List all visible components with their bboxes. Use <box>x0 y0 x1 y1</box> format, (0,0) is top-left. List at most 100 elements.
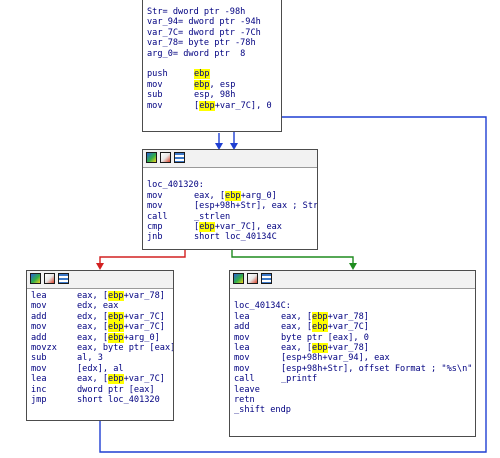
operands: eax, [ebp+var_7C] <box>281 322 369 333</box>
graph-color-icon[interactable] <box>30 273 41 284</box>
graph-edit-icon[interactable] <box>247 273 258 284</box>
stack-var-decl: Str= dword ptr -98h <box>147 7 246 17</box>
mnemonic: sub <box>147 90 163 101</box>
instruction-line[interactable]: cmp [ebp+var_7C], eax <box>147 221 313 232</box>
instruction-line[interactable]: lea eax, [ebp+var_7C] <box>31 374 169 385</box>
operand-text: eax, [ <box>281 342 313 353</box>
stack-var-decl: var_78= byte ptr -78h <box>147 38 256 49</box>
operands: edx, eax <box>77 301 118 311</box>
graph-list-icon[interactable] <box>58 273 69 284</box>
graph-color-icon[interactable] <box>233 273 244 284</box>
mnemonic: mov <box>147 100 163 111</box>
operands: [esp+98h+Str], eax ; Str <box>194 201 317 211</box>
top-code-block[interactable]: Str= dword ptr -98h var_94= dword ptr -94… <box>142 0 282 132</box>
instruction-line[interactable]: call _printf <box>234 374 471 384</box>
mnemonic: mov <box>147 201 163 212</box>
highlighted-register[interactable]: ebp <box>194 79 210 90</box>
operand-text: +var_7C] <box>123 311 165 322</box>
highlighted-register[interactable]: ebp <box>108 311 124 322</box>
block-toolbar <box>143 150 317 168</box>
operand-text: , esp <box>209 79 236 90</box>
instruction-line[interactable]: mov [esp+98h+Str], offset Format ; "%s\n" <box>234 364 472 374</box>
stack-var-decl: var_94= dword ptr -94h <box>147 17 261 28</box>
loop-code-block[interactable]: loc_401320: mov eax, [ebp+arg_0] mov [esp+98… <box>142 149 318 250</box>
mnemonic: add <box>31 311 47 322</box>
highlighted-register[interactable]: ebp <box>312 311 328 322</box>
instruction-line[interactable]: mov [edx], al <box>31 364 169 374</box>
code-label[interactable]: loc_40134C: <box>234 301 471 311</box>
operand-text: +arg_0] <box>240 190 277 201</box>
operands: [esp+98h+Str], offset Format ; "%s\n" <box>281 364 472 374</box>
instruction-line[interactable]: add edx, [ebp+var_7C] <box>31 311 169 322</box>
mnemonic: lea <box>31 374 47 385</box>
instruction-line[interactable]: lea eax, [ebp+var_78] <box>31 291 169 301</box>
instruction-line[interactable]: mov edx, eax <box>31 301 169 311</box>
instruction-line[interactable]: mov [esp+98h+Str], eax ; Str <box>147 201 317 212</box>
highlighted-register[interactable]: ebp <box>108 322 124 333</box>
operands: eax, [ebp+var_78] <box>77 291 165 301</box>
graph-color-icon[interactable] <box>146 152 157 163</box>
instruction-line[interactable]: jmp short loc_401320 <box>31 395 169 405</box>
mnemonic: cmp <box>147 221 163 232</box>
operand-text: eax, [ <box>77 374 109 385</box>
instruction-line[interactable]: push ebp <box>147 69 277 80</box>
highlighted-register[interactable]: ebp <box>199 100 215 111</box>
instruction-line[interactable]: mov eax, [ebp+var_7C] <box>31 322 169 333</box>
exit-code-block[interactable]: loc_40134C: lea eax, [ebp+var_78] add eax, [… <box>229 270 476 437</box>
instruction-line[interactable]: inc dword ptr [eax] <box>31 385 169 395</box>
block-toolbar <box>27 271 173 289</box>
mnemonic: movzx <box>31 342 57 353</box>
instruction-line[interactable]: call _strlen <box>147 212 313 222</box>
highlighted-register[interactable]: ebp <box>108 374 124 385</box>
mnemonic: add <box>234 322 250 333</box>
mnemonic: mov <box>147 190 163 201</box>
graph-list-icon[interactable] <box>174 152 185 163</box>
operands: eax, byte ptr [eax] <box>77 343 173 353</box>
instruction-line[interactable]: mov eax, [ebp+arg_0] <box>147 190 313 201</box>
highlighted-register[interactable]: ebp <box>312 322 328 333</box>
instruction-line[interactable]: mov [ebp+var_7C], 0 <box>147 100 277 111</box>
instruction-line[interactable]: lea eax, [ebp+var_78] <box>234 342 471 353</box>
instruction-line[interactable]: mov byte ptr [eax], 0 <box>234 333 471 343</box>
graph-list-icon[interactable] <box>261 273 272 284</box>
instruction-line[interactable]: mov [esp+98h+var_94], eax <box>234 353 471 363</box>
graph-edit-icon[interactable] <box>44 273 55 284</box>
code-label[interactable]: loc_401320: <box>147 180 313 190</box>
operands: [edx], al <box>77 364 124 374</box>
highlighted-register[interactable]: ebp <box>312 342 328 353</box>
mnemonic: call <box>234 374 255 385</box>
highlighted-register[interactable]: ebp <box>199 221 215 232</box>
graph-edit-icon[interactable] <box>160 152 171 163</box>
instruction-line[interactable]: lea eax, [ebp+var_78] <box>234 311 471 322</box>
instruction-line[interactable]: movzx eax, byte ptr [eax] <box>31 342 173 353</box>
operands: ebp <box>194 69 210 80</box>
loop-body-code-block[interactable]: lea eax, [ebp+var_78] mov edx, eax add edx, [… <box>26 270 174 421</box>
operand-text: dword ptr [eax] <box>77 384 155 395</box>
operands: ebp, esp <box>194 79 236 90</box>
highlighted-register[interactable]: ebp <box>225 190 241 201</box>
operands: eax, [ebp+arg_0] <box>194 190 277 201</box>
highlighted-register[interactable]: ebp <box>108 332 124 343</box>
operand-text: edx, [ <box>77 311 109 322</box>
instruction-line[interactable]: add eax, [ebp+var_7C] <box>234 322 471 333</box>
instruction-line[interactable]: retn <box>234 395 471 405</box>
edge-true <box>231 250 354 268</box>
instruction-line[interactable]: sub esp, 98h <box>147 90 277 100</box>
operand-text: +var_78] <box>327 342 369 353</box>
instruction-line[interactable]: add eax, [ebp+arg_0] <box>31 332 169 343</box>
mnemonic: jnb <box>147 232 163 243</box>
operand-text: eax, [ <box>281 322 313 333</box>
highlighted-register[interactable]: ebp <box>194 69 210 80</box>
highlighted-register[interactable]: ebp <box>108 291 124 301</box>
instruction-line[interactable]: jnb short loc_40134C <box>147 232 313 242</box>
operands: eax, [ebp+var_78] <box>281 342 369 353</box>
instruction-line[interactable]: mov ebp, esp <box>147 79 277 90</box>
instruction-line[interactable]: sub al, 3 <box>31 353 169 363</box>
operand-text: _printf <box>281 374 318 385</box>
operands: al, 3 <box>77 353 103 363</box>
instruction-line[interactable]: leave <box>234 385 471 395</box>
operand-text: +var_78] <box>327 311 369 322</box>
